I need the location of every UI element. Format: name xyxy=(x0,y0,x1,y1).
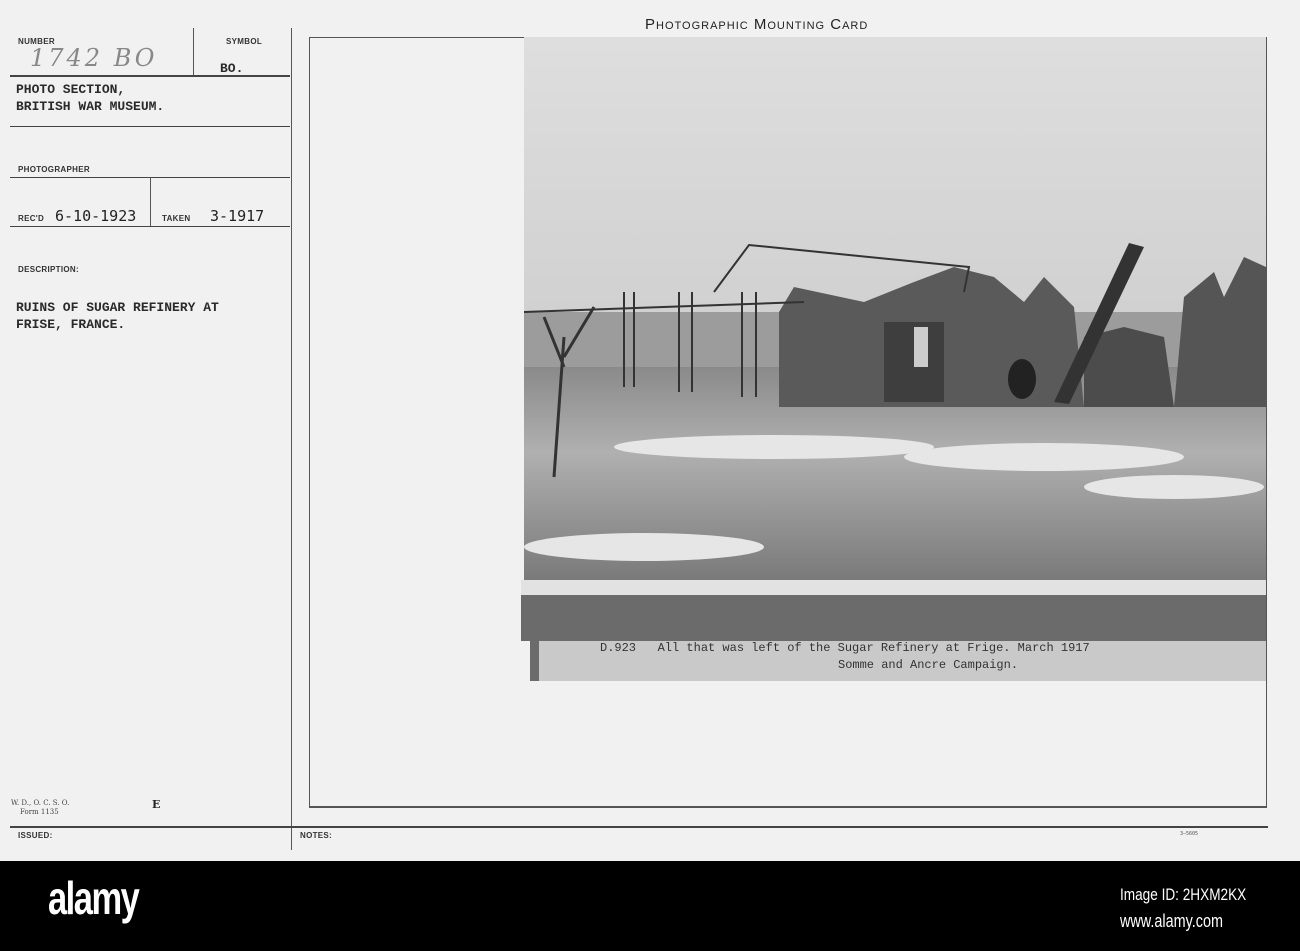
photo-caption-line2: Somme and Ancre Campaign. xyxy=(838,658,1019,672)
photo-border-strip xyxy=(521,580,1266,595)
description-line1: RUINS OF SUGAR REFINERY AT xyxy=(16,300,219,315)
section-line2: BRITISH WAR MUSEUM. xyxy=(16,99,165,114)
description-line2: FRISE, FRANCE. xyxy=(16,317,126,332)
divider xyxy=(10,826,1268,828)
photo-sugar-refinery-ruins xyxy=(524,37,1266,580)
divider xyxy=(10,75,290,77)
alamy-logo: alamy xyxy=(48,872,140,924)
section-line1: PHOTO SECTION, xyxy=(16,82,126,97)
photo-dark-band xyxy=(521,595,1266,641)
divider xyxy=(150,177,151,227)
description-label: DESCRIPTION: xyxy=(18,265,79,274)
symbol-label: SYMBOL xyxy=(226,37,263,46)
form-line1: W. D., O. C. S. O. xyxy=(11,799,70,807)
photographer-label: PHOTOGRAPHER xyxy=(18,165,90,174)
photo-caption-line1: D.923 All that was left of the Sugar Ref… xyxy=(600,641,1090,655)
taken-label: TAKEN xyxy=(162,214,191,223)
recd-label: REC'D xyxy=(18,214,45,223)
divider xyxy=(10,226,290,227)
alamy-url: www.alamy.com xyxy=(1120,911,1223,931)
form-mark: E xyxy=(152,798,161,811)
column-divider xyxy=(291,28,292,850)
issued-label: ISSUED: xyxy=(18,831,53,840)
notes-label: NOTES: xyxy=(300,831,333,840)
image-id: Image ID: 2HXM2KX xyxy=(1120,885,1247,904)
print-code: 3—5605 xyxy=(1180,831,1199,837)
number-value: 1742 BO xyxy=(30,44,158,72)
form-line2: Form 1135 xyxy=(20,808,59,816)
recd-value: 6-10-1923 xyxy=(55,207,137,225)
divider xyxy=(10,126,290,127)
card-title: Photographic Mounting Card xyxy=(645,16,869,33)
taken-value: 3-1917 xyxy=(210,207,265,225)
divider xyxy=(193,28,194,76)
stock-footer: alamy Image ID: 2HXM2KX www.alamy.com xyxy=(0,861,1300,951)
